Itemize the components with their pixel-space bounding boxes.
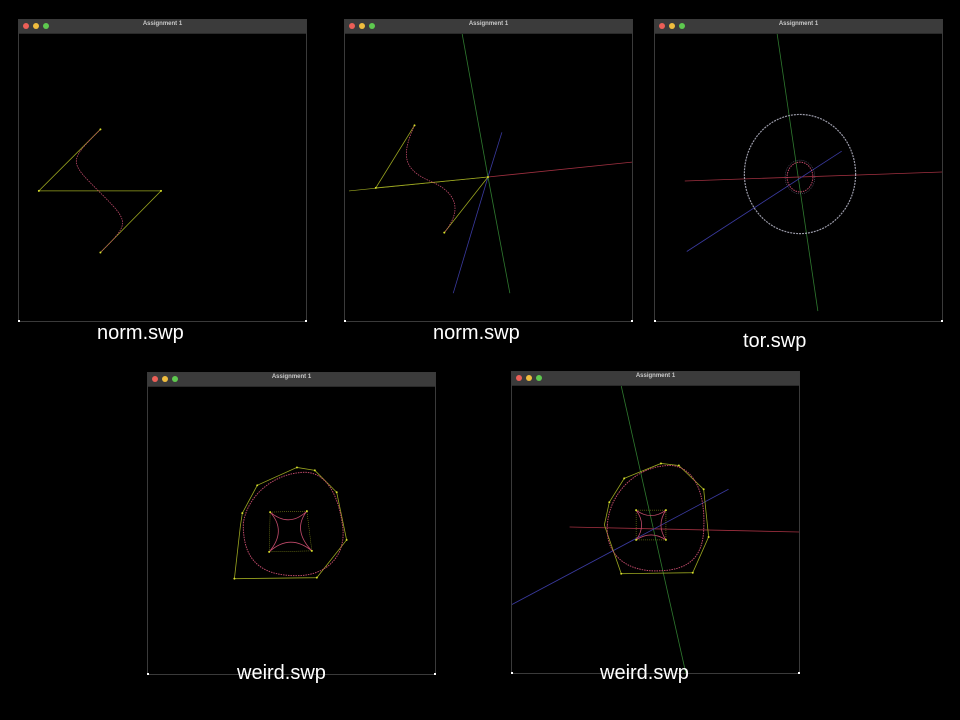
window-5[interactable]: Assignment 1: [511, 371, 800, 674]
axis-x: [487, 161, 632, 178]
control-polygon: [233, 467, 348, 580]
corner-marker: [344, 320, 346, 322]
window-1[interactable]: Assignment 1: [18, 19, 307, 322]
corner-marker: [511, 672, 513, 674]
scene-canvas: [233, 466, 348, 580]
window-caption: norm.swp: [97, 322, 184, 344]
corner-marker: [798, 672, 800, 674]
window-3[interactable]: Assignment 1: [654, 19, 943, 322]
window-4[interactable]: Assignment 1: [147, 372, 436, 675]
scene-canvas: [348, 34, 632, 294]
corner-marker: [305, 320, 307, 322]
gl-viewport[interactable]: [345, 34, 632, 321]
scene-canvas: [684, 34, 942, 312]
axis-x: [569, 526, 799, 533]
title-bar[interactable]: Assignment 1: [19, 20, 306, 34]
control-points: [233, 466, 348, 580]
gl-viewport[interactable]: [19, 34, 306, 321]
window-caption: weird.swp: [600, 662, 689, 684]
window-caption: norm.swp: [433, 322, 520, 344]
title-bar[interactable]: Assignment 1: [512, 372, 799, 386]
window-caption: tor.swp: [743, 330, 807, 352]
bezier-curve: [242, 471, 344, 577]
title-bar[interactable]: Assignment 1: [148, 373, 435, 387]
axis-x: [684, 171, 942, 182]
bezier-curve: [606, 464, 705, 572]
axis-z: [512, 488, 729, 605]
control-points: [374, 124, 489, 234]
axis-y: [461, 34, 489, 178]
control-polygon: [375, 125, 489, 233]
axis-y: [487, 176, 511, 294]
corner-marker: [18, 320, 20, 322]
axis-z: [487, 132, 503, 178]
axis-y: [776, 34, 819, 312]
corner-marker: [941, 320, 943, 322]
corner-marker: [147, 673, 149, 675]
title-bar[interactable]: Assignment 1: [655, 20, 942, 34]
axis-z: [686, 150, 842, 252]
gl-viewport[interactable]: [148, 387, 435, 674]
window-title: Assignment 1: [778, 21, 819, 27]
window-caption: weird.swp: [237, 662, 326, 684]
scene-canvas: [512, 386, 799, 673]
corner-marker: [434, 673, 436, 675]
bezier-curve-inner: [268, 510, 313, 553]
axis-z: [452, 176, 489, 294]
window-2[interactable]: Assignment 1: [344, 19, 633, 322]
control-polygon: [603, 463, 710, 575]
title-bar[interactable]: Assignment 1: [345, 20, 632, 34]
window-title: Assignment 1: [635, 373, 676, 379]
scene-canvas: [37, 128, 163, 254]
gl-viewport[interactable]: [655, 34, 942, 321]
window-title: Assignment 1: [142, 21, 183, 27]
window-title: Assignment 1: [271, 374, 312, 380]
window-title: Assignment 1: [468, 21, 509, 27]
corner-marker: [631, 320, 633, 322]
control-polygon: [37, 129, 162, 253]
control-polygon-inner: [268, 510, 313, 553]
torus-outer: [743, 113, 857, 235]
corner-marker: [654, 320, 656, 322]
gl-viewport[interactable]: [512, 386, 799, 673]
bezier-curve: [406, 125, 456, 233]
